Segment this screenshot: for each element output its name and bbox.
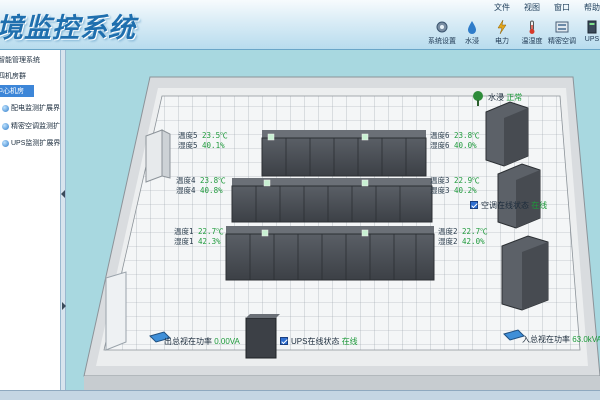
rack-row-1 [261, 130, 427, 177]
title-bar: 境监控系统 文件 视图 窗口 帮助 系统设置 水浸 电力 温湿度 精密空调 UP… [0, 0, 600, 50]
sensor-1-reading: 温度1 22.7℃ 湿度1 42.3% [174, 227, 224, 247]
sensor-3-reading: 温度3 22.9℃ 湿度3 40.2% [430, 176, 480, 196]
temp-label: 温度5 [178, 131, 198, 140]
toolbar: 系统设置 水浸 电力 温湿度 精密空调 UPS [428, 19, 600, 47]
humidity-value: 40.8% [200, 186, 223, 195]
system-settings-button[interactable]: 系统设置 [428, 19, 456, 47]
ac-online-label: 空调在线状态 [481, 201, 529, 210]
app-title: 境监控系统 [0, 13, 136, 44]
water-status: 水浸 正常 [488, 92, 522, 103]
thermometer-icon [529, 20, 535, 34]
humidity-label: 湿度4 [176, 186, 196, 195]
temp-value: 22.7℃ [462, 227, 488, 236]
ups-online-status[interactable]: UPS在线状态 在线 [280, 336, 358, 347]
temp-value: 23.8℃ [200, 176, 226, 185]
app-window: 境监控系统 文件 视图 窗口 帮助 系统设置 水浸 电力 温湿度 精密空调 UP… [0, 0, 600, 400]
temp-label: 温度4 [176, 176, 196, 185]
tree-item-precision-ac[interactable]: 精密空调监测扩展 [2, 120, 62, 132]
status-bar [0, 390, 600, 400]
tree-item-label: 中心机房 [0, 88, 24, 95]
tree-item-central-room[interactable]: 中心机房 [0, 85, 34, 97]
tree-item-power-distribution[interactable]: 配电监测扩展界面 [2, 102, 62, 114]
water-label: 水浸 [465, 38, 479, 45]
power-label: 电力 [495, 38, 509, 45]
humidity-value: 42.3% [198, 237, 221, 246]
tree-item-label: 配电监测扩展界面 [11, 105, 62, 112]
node-icon [2, 139, 9, 147]
output-power-status: 出总视在功率 0.00VA [164, 336, 240, 347]
humidity-label: 湿度3 [430, 186, 450, 195]
sidebar-tree: 智能管理系统 四机房群 中心机房 配电监测扩展界面 精密空调监测扩展 UPS监测… [0, 50, 62, 390]
temp-humidity-label: 温湿度 [521, 38, 543, 45]
node-icon [2, 104, 9, 112]
humidity-label: 湿度6 [430, 141, 450, 150]
rack-row-2 [231, 178, 433, 223]
tree-item-server-room-group[interactable]: 四机房群 [0, 70, 26, 82]
temp-label: 温度3 [430, 176, 450, 185]
input-power-value: 63.0kVA [572, 335, 600, 344]
sensor-2-reading: 温度2 22.7℃ 湿度2 42.0% [438, 227, 488, 247]
system-settings-label: 系统设置 [428, 38, 456, 45]
tree-item-label: UPS监测扩展界面 [11, 140, 62, 147]
humidity-label: 湿度2 [438, 237, 458, 246]
node-icon [2, 122, 9, 130]
menu-file[interactable]: 文件 [494, 2, 510, 13]
tree-item-label: 精密空调监测扩展 [11, 123, 62, 130]
water-button[interactable]: 水浸 [458, 19, 486, 47]
precision-ac-button[interactable]: 精密空调 [548, 19, 576, 47]
rack-row-3 [225, 226, 435, 281]
ups-online-checkbox[interactable] [280, 337, 288, 345]
humidity-label: 湿度1 [174, 237, 194, 246]
tree-item-smart-management[interactable]: 智能管理系统 [0, 54, 40, 66]
power-icon [497, 19, 507, 35]
ac-online-value: 在线 [531, 201, 548, 210]
tree-item-label: 四机房群 [0, 73, 26, 80]
tree-item-ups[interactable]: UPS监测扩展界面 [2, 137, 62, 149]
ups-label: UPS [584, 36, 600, 43]
temp-value: 22.9℃ [454, 176, 480, 185]
ups-icon [587, 20, 597, 34]
ups-unit [245, 314, 280, 359]
humidity-value: 40.1% [202, 141, 225, 150]
power-button[interactable]: 电力 [488, 19, 516, 47]
sensor-4-reading: 温度4 23.8℃ 湿度4 40.8% [176, 176, 226, 196]
tree-item-label: 智能管理系统 [0, 57, 40, 64]
air-conditioner-icon [555, 21, 569, 33]
water-status-value: 正常 [506, 93, 523, 102]
temp-label: 温度1 [174, 227, 194, 236]
ups-button[interactable]: UPS [578, 19, 600, 47]
temp-value: 22.7℃ [198, 227, 224, 236]
server-room-view: 温度5 23.5℃ 湿度5 40.1% 温度6 23.8℃ 湿度6 40.0% … [66, 50, 600, 390]
ac-online-status[interactable]: 空调在线状态 在线 [470, 200, 547, 211]
precision-ac-label: 精密空调 [548, 38, 576, 45]
collapse-left-arrow-icon[interactable] [61, 190, 65, 198]
water-status-label: 水浸 [488, 93, 504, 102]
sensor-6-reading: 温度6 23.8℃ 湿度6 40.0% [430, 131, 480, 151]
menu-help[interactable]: 帮助 [584, 2, 600, 13]
input-power-label: 入总视在功率 [522, 335, 570, 344]
gear-icon [436, 21, 448, 33]
output-power-label: 出总视在功率 [164, 337, 212, 346]
menu-window[interactable]: 窗口 [554, 2, 570, 13]
temp-humidity-button[interactable]: 温湿度 [518, 19, 546, 47]
input-power-status: 入总视在功率 63.0kVA [522, 334, 600, 345]
sensor-5-reading: 温度5 23.5℃ 湿度5 40.1% [178, 131, 228, 151]
humidity-value: 40.0% [454, 141, 477, 150]
temp-value: 23.5℃ [202, 131, 228, 140]
water-drop-icon [468, 21, 476, 34]
ac-online-checkbox[interactable] [470, 201, 478, 209]
menu-bar: 文件 视图 窗口 帮助 [494, 2, 600, 13]
ups-online-label: UPS在线状态 [291, 337, 340, 346]
temp-label: 温度6 [430, 131, 450, 140]
humidity-value: 40.2% [454, 186, 477, 195]
menu-view[interactable]: 视图 [524, 2, 540, 13]
temp-value: 23.8℃ [454, 131, 480, 140]
humidity-label: 湿度5 [178, 141, 198, 150]
humidity-value: 42.0% [462, 237, 485, 246]
output-power-value: 0.00VA [214, 337, 240, 346]
ups-online-value: 在线 [341, 337, 358, 346]
temp-label: 温度2 [438, 227, 458, 236]
